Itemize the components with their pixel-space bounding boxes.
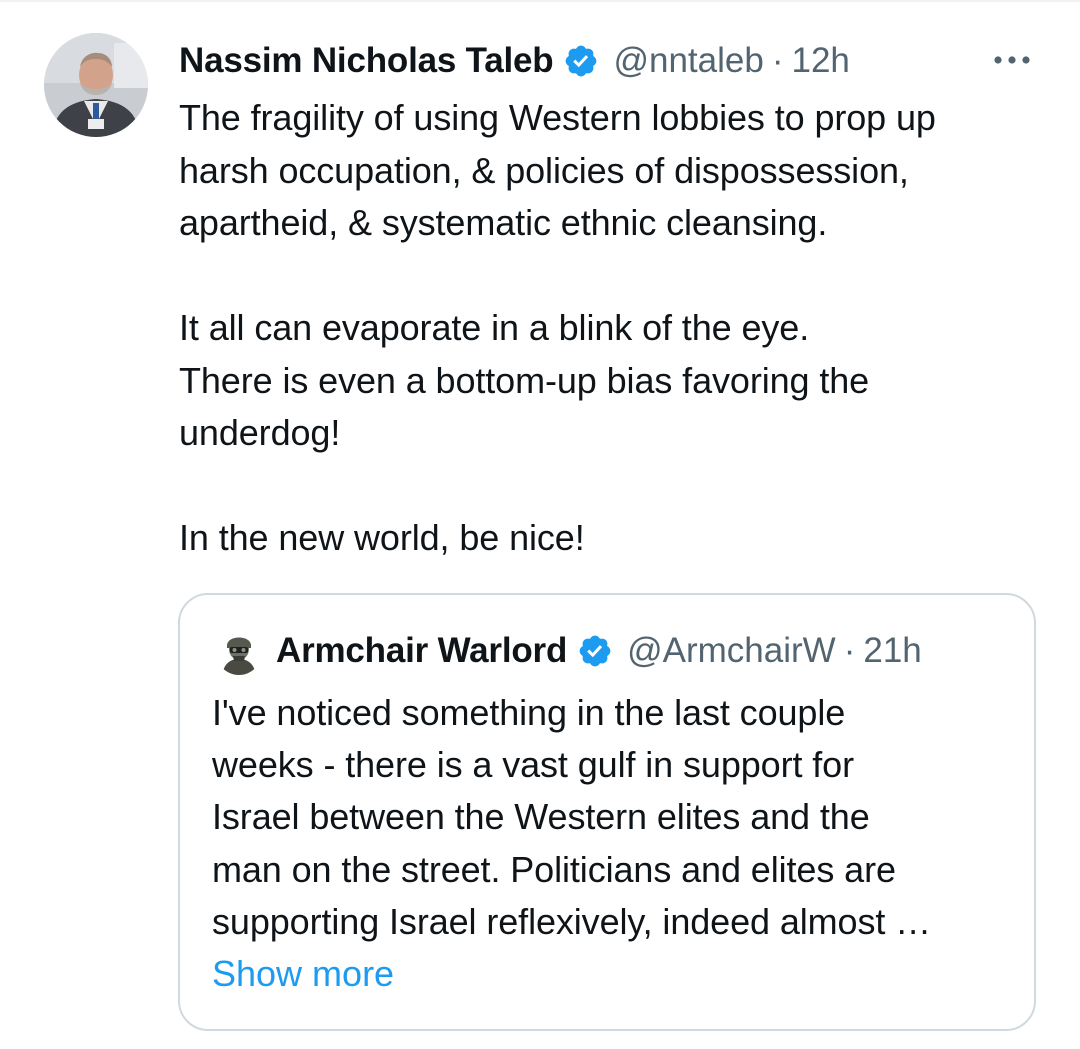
author-name[interactable]: Nassim Nicholas Taleb [179, 41, 554, 81]
quoted-tweet-card[interactable]: Armchair Warlord @ArmchairW · 21h I've n… [178, 593, 1036, 1031]
verified-badge-icon[interactable] [563, 43, 599, 79]
quoted-tweet-timestamp[interactable]: 21h [863, 631, 921, 671]
tweet-timestamp[interactable]: 12h [791, 41, 849, 81]
tweet-header: Nassim Nicholas Taleb @nntaleb · 12h [179, 38, 850, 84]
quoted-tweet-text: I've noticed something in the last coupl… [212, 692, 932, 942]
separator-dot: · [771, 41, 784, 80]
quoted-author-avatar[interactable] [216, 629, 262, 675]
verified-badge-icon[interactable] [577, 633, 613, 669]
quoted-author-handle[interactable]: @ArmchairW [627, 631, 836, 671]
quoted-tweet-header: Armchair Warlord @ArmchairW · 21h [276, 628, 922, 674]
quoted-author-name[interactable]: Armchair Warlord [276, 631, 567, 671]
top-divider [0, 0, 1080, 2]
more-horizontal-icon [994, 56, 1030, 64]
more-options-button[interactable] [988, 45, 1036, 75]
separator-dot: · [843, 631, 856, 670]
tweet-text: The fragility of using Western lobbies t… [179, 97, 936, 558]
author-avatar[interactable] [44, 33, 148, 137]
author-handle[interactable]: @nntaleb [613, 41, 763, 81]
show-more-link[interactable]: Show more [212, 948, 394, 1000]
